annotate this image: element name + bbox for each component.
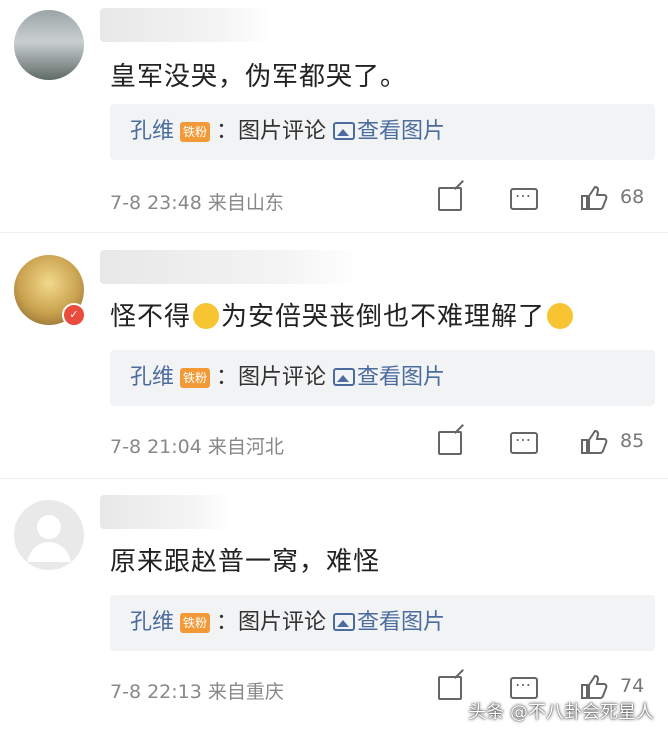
comment-feed: 皇军没哭，伪军都哭了。 孔维 铁粉 ：图片评论 查看图片 7-8 23:48 来自山… (0, 0, 668, 734)
username-blurred[interactable] (100, 250, 360, 284)
reply-username[interactable]: 孔维 (130, 119, 174, 144)
share-button[interactable] (438, 184, 468, 214)
laughing-emoji-icon (547, 303, 574, 329)
reply-username[interactable]: 孔维 (130, 365, 174, 390)
thumbs-up-icon (581, 185, 608, 210)
reply-preview[interactable]: 孔维 铁粉 ：图片评论 查看图片 (110, 595, 655, 651)
view-picture-label: 查看图片 (357, 119, 446, 144)
comment-text: 原来跟赵普一窝，难怪 (110, 547, 381, 577)
picture-icon (333, 122, 356, 140)
like-button[interactable]: 85 (580, 428, 658, 458)
share-icon (438, 431, 462, 455)
comment-meta: 7-8 23:48 来自山东 (110, 192, 284, 214)
reply-preview[interactable]: 孔维 铁粉 ：图片评论 查看图片 (110, 104, 655, 160)
like-count: 68 (620, 186, 645, 208)
crying-laughing-emoji-icon (193, 303, 220, 329)
reply-button[interactable] (510, 182, 540, 214)
comment-icon (510, 426, 538, 454)
comment-text: 怪不得 为安倍哭丧倒也不难理解了 (110, 296, 575, 333)
like-count: 74 (620, 675, 645, 697)
comment-actions: 85 (438, 426, 658, 458)
fan-level-badge: 铁粉 (180, 368, 211, 388)
like-count: 85 (620, 430, 645, 452)
view-picture-label: 查看图片 (357, 610, 446, 635)
comment-text-part: 怪不得 (110, 302, 192, 332)
thumbs-up-icon (581, 674, 608, 699)
picture-icon (333, 368, 356, 386)
username-blurred[interactable] (100, 495, 230, 529)
reply-preview[interactable]: 孔维 铁粉 ：图片评论 查看图片 (110, 350, 655, 406)
comment-text-part: 为安倍哭丧倒也不难理解了 (221, 302, 546, 332)
reply-username[interactable]: 孔维 (130, 610, 174, 635)
picture-icon (333, 613, 356, 631)
reply-label: ：图片评论 (216, 119, 327, 144)
watermark: 头条 @不八卦会死星人 (468, 702, 654, 723)
default-avatar-icon (27, 515, 71, 562)
comment-text: 皇军没哭，伪军都哭了。 (110, 62, 408, 92)
thumbs-up-icon (581, 429, 608, 454)
reply-label: ：图片评论 (216, 365, 327, 390)
comment-icon (510, 182, 538, 210)
verified-badge: ✓ (62, 303, 86, 327)
share-icon (438, 187, 462, 211)
share-button[interactable] (438, 428, 468, 458)
share-icon (438, 676, 462, 700)
view-picture-link[interactable]: 查看图片 (333, 610, 445, 635)
fan-level-badge: 铁粉 (180, 613, 211, 633)
view-picture-link[interactable]: 查看图片 (333, 119, 445, 144)
like-button[interactable]: 68 (580, 184, 658, 214)
view-picture-label: 查看图片 (357, 365, 446, 390)
avatar[interactable] (14, 10, 84, 80)
avatar[interactable] (14, 500, 84, 570)
reply-label: ：图片评论 (216, 610, 327, 635)
comment-meta: 7-8 22:13 来自重庆 (110, 681, 284, 703)
divider (0, 478, 668, 479)
view-picture-link[interactable]: 查看图片 (333, 365, 445, 390)
comment-actions: 68 (438, 182, 658, 214)
comment-icon (510, 671, 538, 699)
username-blurred[interactable] (100, 8, 270, 42)
share-button[interactable] (438, 673, 468, 703)
fan-level-badge: 铁粉 (180, 122, 211, 142)
divider (0, 232, 668, 233)
comment-meta: 7-8 21:04 来自河北 (110, 436, 284, 458)
reply-button[interactable] (510, 426, 540, 458)
